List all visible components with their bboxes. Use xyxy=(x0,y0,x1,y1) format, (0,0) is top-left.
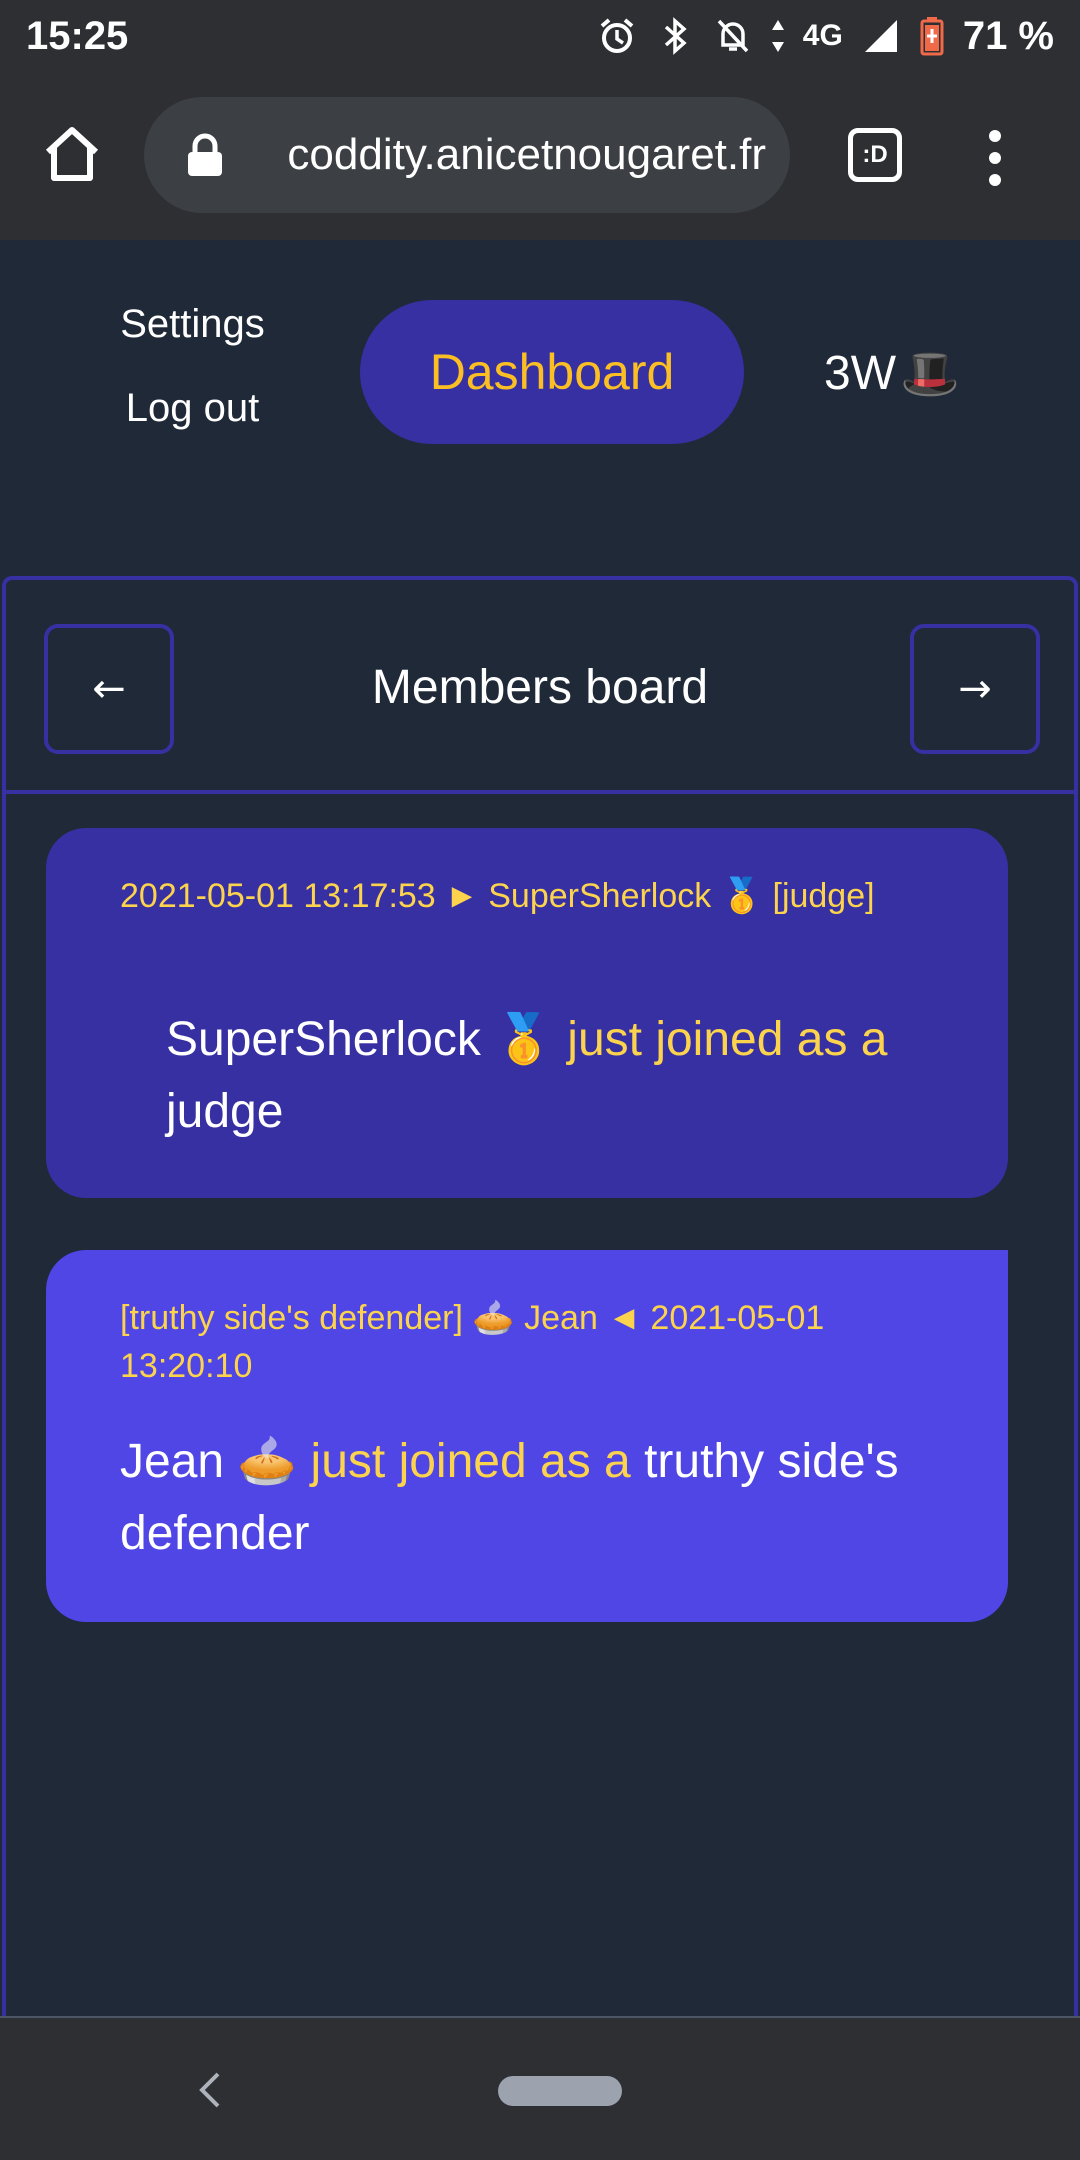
url-text[interactable]: coddity.anicetnougaret.fr xyxy=(248,97,766,213)
message-body: SuperSherlock 🥇 just joined as a judge xyxy=(166,1004,1006,1148)
message-action: just joined as a xyxy=(310,1435,631,1488)
board-header: ← Members board → xyxy=(6,580,1074,794)
address-bar[interactable]: coddity.anicetnougaret.fr xyxy=(144,97,790,213)
screen: 15:25 4G 71 % coddity.anicetnougaret.fr … xyxy=(0,0,1080,2160)
members-board: ← Members board → 2021-05-01 13:17:53 ► … xyxy=(2,576,1078,2016)
next-board-button[interactable]: → xyxy=(910,624,1040,754)
logout-link[interactable]: Log out xyxy=(90,386,295,431)
member-role: judge xyxy=(166,1085,284,1138)
bluetooth-icon xyxy=(655,16,695,56)
dashboard-button[interactable]: Dashboard xyxy=(360,300,744,444)
home-icon[interactable] xyxy=(40,122,104,186)
menu-dots-icon[interactable] xyxy=(980,128,1010,188)
app-header: Settings Log out Dashboard 3W 🎩 xyxy=(0,240,1080,580)
message-meta: 2021-05-01 13:17:53 ► SuperSherlock 🥇 [j… xyxy=(120,877,875,915)
system-navigation-bar xyxy=(0,2016,1080,2160)
status-bar: 15:25 4G 71 % xyxy=(0,0,1080,72)
battery-level: 71 % xyxy=(962,13,1054,58)
status-icons: 4G 71 % xyxy=(597,14,1054,59)
top-hat-icon: 🎩 xyxy=(900,347,960,401)
alarm-icon xyxy=(597,16,637,56)
member-name: SuperSherlock 🥇 xyxy=(166,1013,554,1066)
status-time: 15:25 xyxy=(26,13,129,58)
mute-icon xyxy=(713,16,753,56)
message-card: 2021-05-01 13:17:53 ► SuperSherlock 🥇 [j… xyxy=(46,828,1008,1198)
home-pill[interactable] xyxy=(498,2076,622,2106)
lock-icon[interactable] xyxy=(186,133,224,177)
member-name: Jean 🥧 xyxy=(120,1435,298,1488)
message-card: [truthy side's defender] 🥧 Jean ◄ 2021-0… xyxy=(46,1250,1008,1622)
message-meta: [truthy side's defender] 🥧 Jean ◄ 2021-0… xyxy=(120,1299,825,1385)
back-icon[interactable] xyxy=(192,2070,228,2110)
browser-toolbar: coddity.anicetnougaret.fr :D xyxy=(0,72,1080,240)
data-arrows-icon xyxy=(771,16,785,56)
battery-icon xyxy=(919,16,945,56)
signal-icon xyxy=(861,16,901,56)
tab-switcher-button[interactable]: :D xyxy=(848,128,902,182)
network-type: 4G xyxy=(802,19,843,52)
message-body: Jean 🥧 just joined as a truthy side's de… xyxy=(120,1426,960,1570)
message-action: just joined as a xyxy=(567,1013,888,1066)
brand-logo[interactable]: 3W 🎩 xyxy=(824,338,960,408)
settings-link[interactable]: Settings xyxy=(90,302,295,347)
brand-text: 3W xyxy=(824,346,896,400)
